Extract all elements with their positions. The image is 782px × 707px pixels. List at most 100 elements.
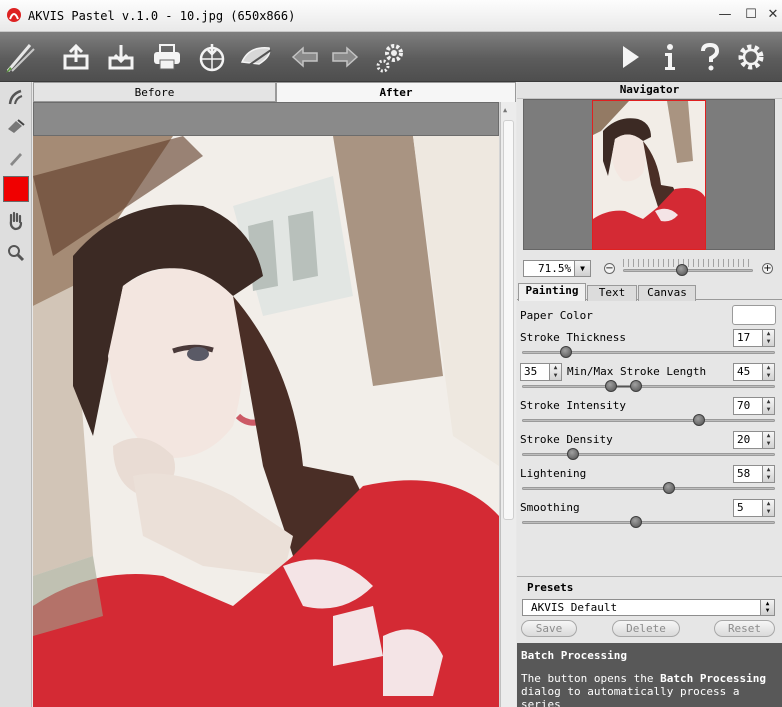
zoom-slider-knob[interactable] [675, 264, 688, 276]
lightening-value: 58 [737, 467, 751, 480]
stroke-intensity-knob[interactable] [692, 414, 705, 426]
stroke-density-label: Stroke Density [520, 433, 613, 446]
stroke-direction-tool[interactable] [4, 85, 28, 109]
eraser-tool[interactable] [4, 114, 28, 138]
tab-text[interactable]: Text [587, 285, 637, 301]
main-toolbar [0, 32, 782, 82]
scrollbar-thumb[interactable] [503, 120, 514, 520]
color-swatch[interactable] [3, 176, 29, 202]
spin-arrows-icon[interactable]: ▲ ▼ [762, 432, 774, 448]
settings-button[interactable] [733, 39, 769, 75]
hint-text: The button opens the Batch Processing dia… [521, 672, 778, 707]
stroke-intensity-label: Stroke Intensity [520, 399, 626, 412]
run-icon [623, 46, 639, 68]
paper-color-label: Paper Color [520, 309, 593, 322]
share-button[interactable] [194, 39, 230, 75]
load-preset-button[interactable] [239, 39, 275, 75]
settings-panel: Navigator 71.5% ▼ − + Painting Text Canv… [517, 82, 782, 707]
undo-icon [291, 46, 318, 68]
stroke-intensity-slider[interactable] [522, 414, 775, 426]
zoom-controls: 71.5% ▼ − + [517, 256, 782, 282]
spin-arrows-icon[interactable]: ▲ ▼ [762, 398, 774, 414]
max-stroke-length-value: 45 [737, 365, 751, 378]
zoom-in-button[interactable]: + [762, 263, 773, 274]
akvis-logo-icon [7, 8, 21, 22]
stroke-length-label: Min/Max Stroke Length [567, 365, 707, 378]
load-preset-icon [240, 47, 272, 69]
undo-button[interactable] [287, 39, 323, 75]
info-button[interactable] [652, 39, 688, 75]
stroke-thickness-knob[interactable] [559, 346, 572, 358]
lightening-knob[interactable] [662, 482, 675, 494]
scroll-up-arrow-icon[interactable]: ▲ [503, 106, 513, 114]
navigator-view[interactable] [523, 99, 775, 250]
stroke-thickness-slider[interactable] [522, 346, 775, 358]
smoothing-slider[interactable] [522, 516, 775, 528]
max-stroke-length-spinbox[interactable]: 45 ▲ ▼ [733, 363, 775, 381]
brush-logo-icon [2, 39, 38, 75]
print-button[interactable] [149, 39, 185, 75]
pastel-result-image[interactable] [33, 136, 499, 707]
left-tool-panel [0, 82, 32, 707]
settings-icon [738, 44, 764, 70]
spin-arrows-icon[interactable]: ▲ ▼ [762, 364, 774, 380]
chevron-down-icon[interactable]: ▼ [574, 261, 590, 276]
paper-color-swatch[interactable] [732, 305, 776, 325]
lightening-slider[interactable] [522, 482, 775, 494]
zoom-tool[interactable] [4, 241, 28, 265]
preset-select[interactable]: AKVIS Default ▲ ▼ [522, 599, 775, 616]
max-stroke-length-knob[interactable] [629, 380, 642, 392]
close-button[interactable]: ✕ [766, 8, 780, 22]
reset-preset-button[interactable]: Reset [714, 620, 775, 637]
akvis-pastel-window: AKVIS Pastel v.1.0 - 10.jpg (650x866) — … [0, 0, 782, 707]
redo-icon [332, 46, 359, 68]
navigator-thumbnail[interactable] [592, 100, 706, 250]
delete-preset-button[interactable]: Delete [612, 620, 680, 637]
help-button[interactable] [692, 39, 728, 75]
window-title: AKVIS Pastel v.1.0 - 10.jpg (650x866) [28, 9, 296, 23]
spin-arrows-icon[interactable]: ▲ ▼ [762, 500, 774, 516]
spin-arrows-icon[interactable]: ▲ ▼ [762, 330, 774, 346]
pencil-tool[interactable] [4, 146, 28, 170]
tab-before[interactable]: Before [33, 82, 276, 102]
stroke-density-slider[interactable] [522, 448, 775, 460]
zoom-select[interactable]: 71.5% ▼ [523, 260, 591, 277]
chevron-updown-icon[interactable]: ▲ ▼ [760, 600, 774, 615]
spin-arrows-icon[interactable]: ▲ ▼ [762, 466, 774, 482]
run-button[interactable] [612, 39, 648, 75]
stroke-length-range-slider[interactable] [522, 380, 775, 392]
minimize-button[interactable]: — [718, 8, 732, 22]
painting-parameters: Paper Color Stroke Thickness 17 ▲ ▼ 35 ▲ ▼ M… [517, 301, 782, 576]
save-image-button[interactable] [103, 39, 139, 75]
tab-canvas[interactable]: Canvas [638, 285, 696, 301]
image-top-margin [33, 102, 499, 136]
preferences-button[interactable] [372, 39, 408, 75]
redo-button[interactable] [327, 39, 363, 75]
open-image-button[interactable] [58, 39, 94, 75]
pencil-icon [10, 153, 22, 166]
save-preset-button[interactable]: Save [521, 620, 577, 637]
hint-text-prefix: The button opens the [521, 672, 661, 685]
hand-tool[interactable] [4, 209, 28, 233]
hint-panel: Batch Processing The button opens the Ba… [517, 643, 782, 707]
stroke-thickness-spinbox[interactable]: 17 ▲ ▼ [733, 329, 775, 347]
tab-after[interactable]: After [276, 82, 516, 102]
stroke-density-knob[interactable] [567, 448, 580, 460]
stroke-intensity-spinbox[interactable]: 70 ▲ ▼ [733, 397, 775, 415]
min-stroke-length-spinbox[interactable]: 35 ▲ ▼ [520, 363, 562, 381]
eraser-icon [8, 119, 25, 133]
tab-painting[interactable]: Painting [518, 283, 586, 301]
smoothing-spinbox[interactable]: 5 ▲ ▼ [733, 499, 775, 517]
title-bar: AKVIS Pastel v.1.0 - 10.jpg (650x866) — … [0, 0, 782, 32]
zoom-out-button[interactable]: − [604, 263, 615, 274]
maximize-button[interactable]: ☐ [744, 8, 758, 22]
stroke-density-spinbox[interactable]: 20 ▲ ▼ [733, 431, 775, 449]
lightening-spinbox[interactable]: 58 ▲ ▼ [733, 465, 775, 483]
smoothing-knob[interactable] [629, 516, 642, 528]
spin-arrows-icon[interactable]: ▲ ▼ [549, 364, 561, 380]
pastel-portrait-image [33, 136, 499, 707]
help-icon [701, 42, 720, 71]
min-stroke-length-knob[interactable] [604, 380, 617, 392]
zoom-slider[interactable] [623, 264, 753, 276]
vertical-scrollbar[interactable]: ▲ [500, 102, 516, 707]
